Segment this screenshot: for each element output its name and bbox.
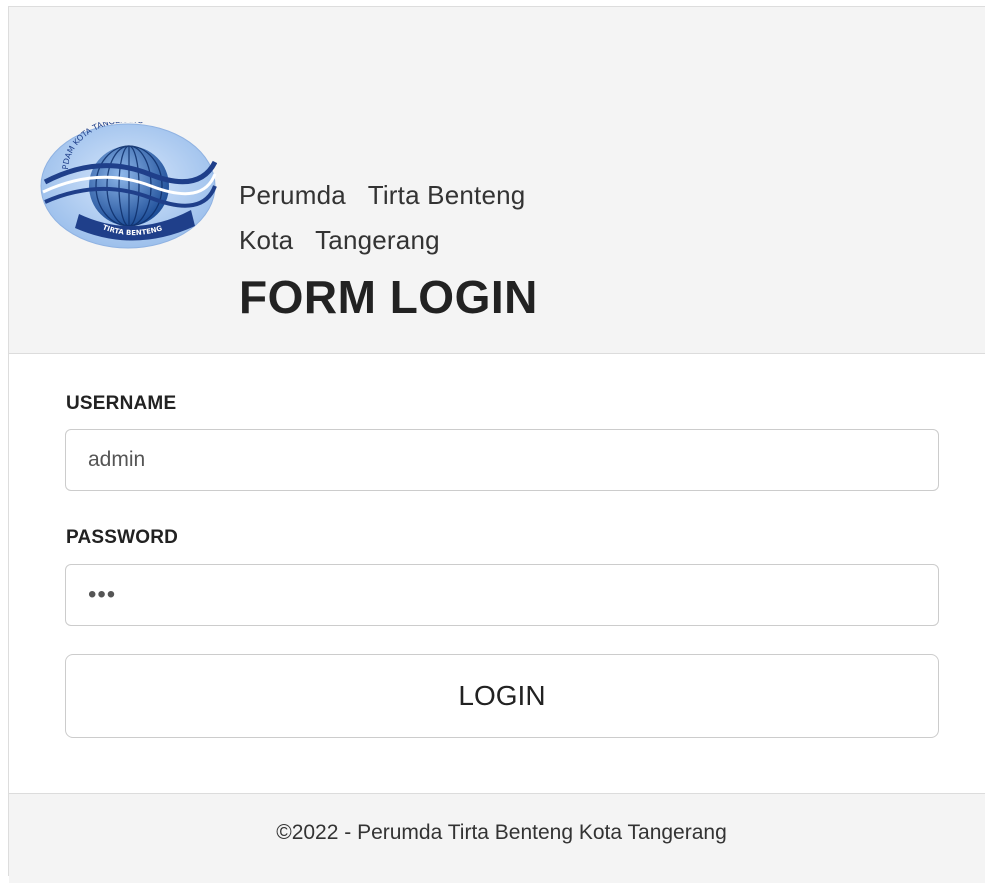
org-name-line2: Kota Tangerang	[239, 225, 440, 255]
login-button[interactable]: LOGIN	[65, 654, 939, 738]
password-label: PASSWORD	[66, 527, 179, 548]
login-panel: PDAM KOTA TANGERANG TIRTA BENTENG Perumd…	[8, 6, 985, 883]
login-header: PDAM KOTA TANGERANG TIRTA BENTENG Perumd…	[9, 7, 985, 354]
username-field[interactable]	[65, 429, 939, 491]
form-title: FORM LOGIN	[239, 271, 538, 323]
copyright-text: ©2022 - Perumda Tirta Benteng Kota Tange…	[276, 821, 727, 844]
org-name-line1: Perumda Tirta Benteng	[239, 180, 526, 210]
pdam-logo-icon: PDAM KOTA TANGERANG TIRTA BENTENG	[40, 122, 217, 249]
login-footer: ©2022 - Perumda Tirta Benteng Kota Tange…	[9, 793, 985, 883]
username-label: USERNAME	[66, 393, 177, 414]
password-field[interactable]	[65, 564, 939, 626]
